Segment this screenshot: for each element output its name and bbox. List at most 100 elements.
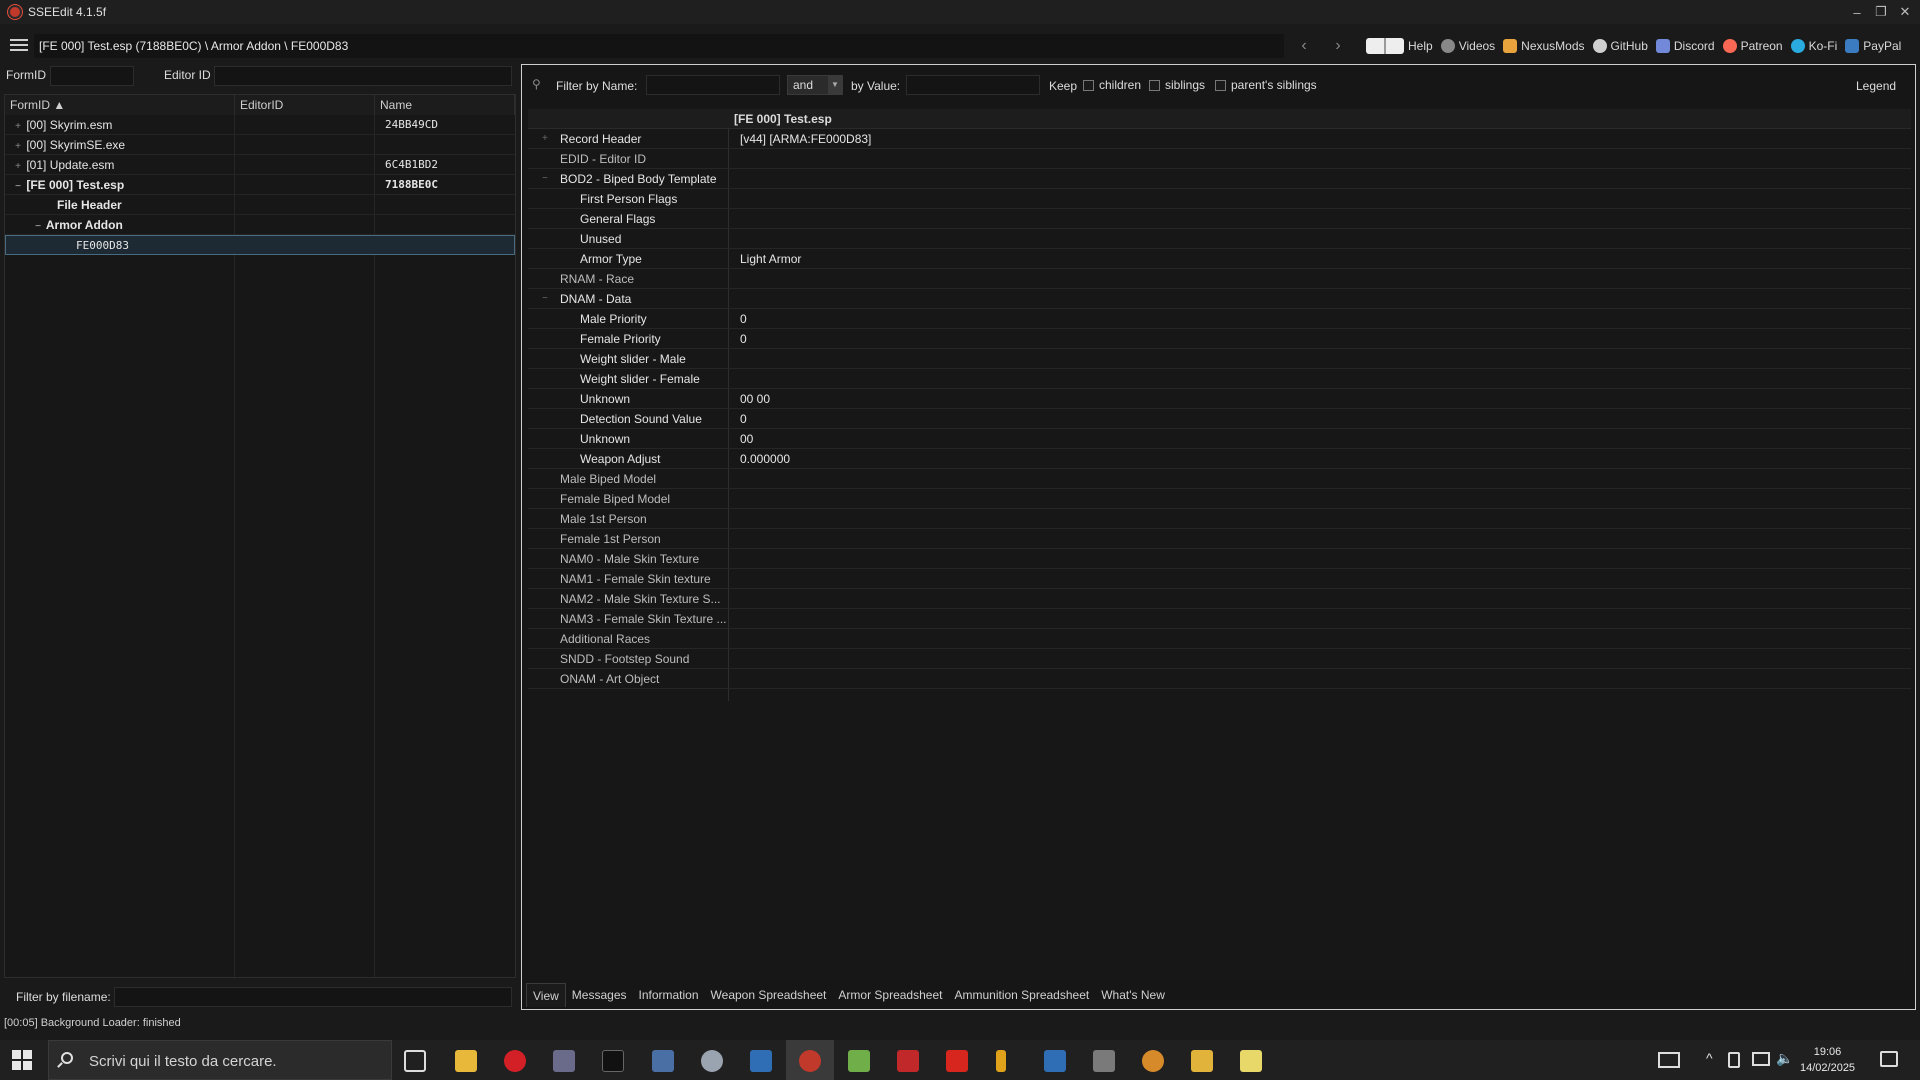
back-arrow-icon[interactable]: ‹ bbox=[1292, 34, 1316, 58]
tree-item-update-esm[interactable]: + [01] Update.esm 6C4B1BD2 bbox=[5, 155, 515, 175]
keyboard-icon[interactable] bbox=[1658, 1052, 1680, 1068]
tree-item-test-esp[interactable]: − [FE 000] Test.esp 7188BE0C bbox=[5, 175, 515, 195]
forward-arrow-icon[interactable]: › bbox=[1326, 34, 1350, 58]
filter-name-input[interactable] bbox=[646, 75, 780, 95]
close-button[interactable]: ✕ bbox=[1894, 0, 1916, 24]
notification-icon[interactable] bbox=[1880, 1051, 1898, 1067]
battery-icon[interactable] bbox=[1728, 1052, 1740, 1068]
and-or-select[interactable]: and ▼ bbox=[787, 75, 843, 95]
chevron-up-icon[interactable]: ^ bbox=[1706, 1050, 1713, 1080]
grid-row[interactable]: NAM3 - Female Skin Texture ... bbox=[528, 609, 1911, 629]
grid-row[interactable]: Armor Type Light Armor bbox=[528, 249, 1911, 269]
file-explorer-icon[interactable] bbox=[455, 1050, 477, 1072]
expand-icon[interactable]: + bbox=[13, 157, 23, 177]
grid-row[interactable]: Weight slider - Female bbox=[528, 369, 1911, 389]
grid-row[interactable]: NAM1 - Female Skin texture bbox=[528, 569, 1911, 589]
sseedit-taskbar-icon[interactable] bbox=[799, 1050, 821, 1072]
app-icon-8[interactable] bbox=[1044, 1050, 1066, 1072]
filter-value-input[interactable] bbox=[906, 75, 1040, 95]
grid-row[interactable]: Female 1st Person bbox=[528, 529, 1911, 549]
expand-icon[interactable]: + bbox=[13, 117, 23, 137]
grid-row[interactable]: Female Priority 0 bbox=[528, 329, 1911, 349]
legend-button[interactable]: Legend bbox=[1856, 79, 1896, 93]
grid-row[interactable]: EDID - Editor ID bbox=[528, 149, 1911, 169]
record-grid[interactable]: [FE 000] Test.esp + Record Header [v44] [A… bbox=[528, 109, 1911, 979]
app-icon-9[interactable] bbox=[1093, 1050, 1115, 1072]
grid-row[interactable]: − DNAM - Data bbox=[528, 289, 1911, 309]
siblings-checkbox[interactable] bbox=[1149, 80, 1160, 91]
formid-input[interactable] bbox=[50, 66, 134, 86]
grid-row[interactable]: RNAM - Race bbox=[528, 269, 1911, 289]
app-icon-6[interactable] bbox=[946, 1050, 968, 1072]
restore-button[interactable]: ❐ bbox=[1870, 0, 1892, 24]
nexusmods-link[interactable]: NexusMods bbox=[1503, 39, 1585, 53]
column-header-name[interactable]: Name bbox=[375, 95, 515, 115]
videos-link[interactable]: Videos bbox=[1440, 39, 1495, 53]
column-header-formid[interactable]: FormID ▲ bbox=[5, 95, 235, 115]
grid-row[interactable]: Detection Sound Value 0 bbox=[528, 409, 1911, 429]
grid-row[interactable]: First Person Flags bbox=[528, 189, 1911, 209]
filter-filename-input[interactable] bbox=[114, 987, 512, 1007]
column-header-editorid[interactable]: EditorID bbox=[235, 95, 375, 115]
patreon-link[interactable]: Patreon bbox=[1722, 39, 1783, 53]
taskbar-search[interactable]: Scrivi qui il testo da cercare. bbox=[48, 1040, 392, 1080]
tab-information[interactable]: Information bbox=[633, 983, 705, 1007]
grid-row[interactable]: NAM2 - Male Skin Texture S... bbox=[528, 589, 1911, 609]
kofi-link[interactable]: Ko-Fi bbox=[1790, 39, 1837, 53]
grid-row[interactable]: Weight slider - Male bbox=[528, 349, 1911, 369]
record-tree[interactable]: FormID ▲ EditorID Name + [00] Skyrim.esm… bbox=[4, 94, 516, 978]
grid-row[interactable]: Male Priority 0 bbox=[528, 309, 1911, 329]
discord-link[interactable]: Discord bbox=[1655, 39, 1715, 53]
tree-item-file-header[interactable]: File Header bbox=[5, 195, 515, 215]
msi-icon[interactable] bbox=[602, 1050, 624, 1072]
app-icon-4[interactable] bbox=[750, 1050, 772, 1072]
task-view-icon[interactable] bbox=[404, 1050, 426, 1072]
app-icon-10[interactable] bbox=[1142, 1050, 1164, 1072]
editorid-input[interactable] bbox=[214, 66, 512, 86]
tab-armor-spreadsheet[interactable]: Armor Spreadsheet bbox=[832, 983, 948, 1007]
menu-icon[interactable] bbox=[10, 39, 28, 53]
clock[interactable]: 19:06 14/02/2025 bbox=[1800, 1044, 1855, 1076]
grid-row[interactable]: SNDD - Footstep Sound bbox=[528, 649, 1911, 669]
grid-row[interactable]: Additional Races bbox=[528, 629, 1911, 649]
tab-weapon-spreadsheet[interactable]: Weapon Spreadsheet bbox=[705, 983, 833, 1007]
grid-row[interactable]: NAM0 - Male Skin Texture bbox=[528, 549, 1911, 569]
grid-row[interactable]: Unused bbox=[528, 229, 1911, 249]
tree-item-skyrim-esm[interactable]: + [00] Skyrim.esm 24BB49CD bbox=[5, 115, 515, 135]
notepad-icon[interactable] bbox=[848, 1050, 870, 1072]
parent-siblings-checkbox[interactable] bbox=[1215, 80, 1226, 91]
app-icon-11[interactable] bbox=[1191, 1050, 1213, 1072]
app-icon-5[interactable] bbox=[897, 1050, 919, 1072]
tab-messages[interactable]: Messages bbox=[566, 983, 633, 1007]
windows-start-icon[interactable] bbox=[12, 1050, 32, 1070]
tree-item-skyrimse-exe[interactable]: + [00] SkyrimSE.exe bbox=[5, 135, 515, 155]
grid-row[interactable]: Male 1st Person bbox=[528, 509, 1911, 529]
grid-row[interactable]: − BOD2 - Biped Body Template bbox=[528, 169, 1911, 189]
grid-row[interactable]: ONAM - Art Object bbox=[528, 669, 1911, 689]
help-link[interactable]: Help bbox=[1366, 38, 1433, 54]
tree-item-fe000d83[interactable]: FE000D83 bbox=[5, 235, 515, 255]
expand-icon[interactable]: + bbox=[13, 137, 23, 157]
tab-ammunition-spreadsheet[interactable]: Ammunition Spreadsheet bbox=[948, 983, 1095, 1007]
pin-icon[interactable]: ⚲ bbox=[532, 77, 541, 91]
github-link[interactable]: GitHub bbox=[1592, 39, 1648, 53]
collapse-icon[interactable]: − bbox=[13, 177, 23, 197]
grid-row[interactable]: Unknown 00 00 bbox=[528, 389, 1911, 409]
opera-icon[interactable] bbox=[504, 1050, 526, 1072]
minimize-button[interactable]: ‒ bbox=[1846, 0, 1868, 24]
tree-item-armor-addon[interactable]: − Armor Addon bbox=[5, 215, 515, 235]
grid-row[interactable]: Unknown 00 bbox=[528, 429, 1911, 449]
app-icon-7[interactable] bbox=[996, 1050, 1006, 1072]
tab-whats-new[interactable]: What's New bbox=[1095, 983, 1171, 1007]
grid-row[interactable]: Female Biped Model bbox=[528, 489, 1911, 509]
paypal-link[interactable]: PayPal bbox=[1845, 39, 1901, 53]
app-icon-1[interactable] bbox=[553, 1050, 575, 1072]
app-icon-2[interactable] bbox=[652, 1050, 674, 1072]
tab-view[interactable]: View bbox=[526, 983, 566, 1007]
grid-row[interactable]: Male Biped Model bbox=[528, 469, 1911, 489]
children-checkbox[interactable] bbox=[1083, 80, 1094, 91]
network-icon[interactable] bbox=[1752, 1052, 1770, 1066]
grid-row[interactable]: Weapon Adjust 0.000000 bbox=[528, 449, 1911, 469]
app-icon-12[interactable] bbox=[1240, 1050, 1262, 1072]
collapse-icon[interactable]: − bbox=[33, 217, 43, 237]
